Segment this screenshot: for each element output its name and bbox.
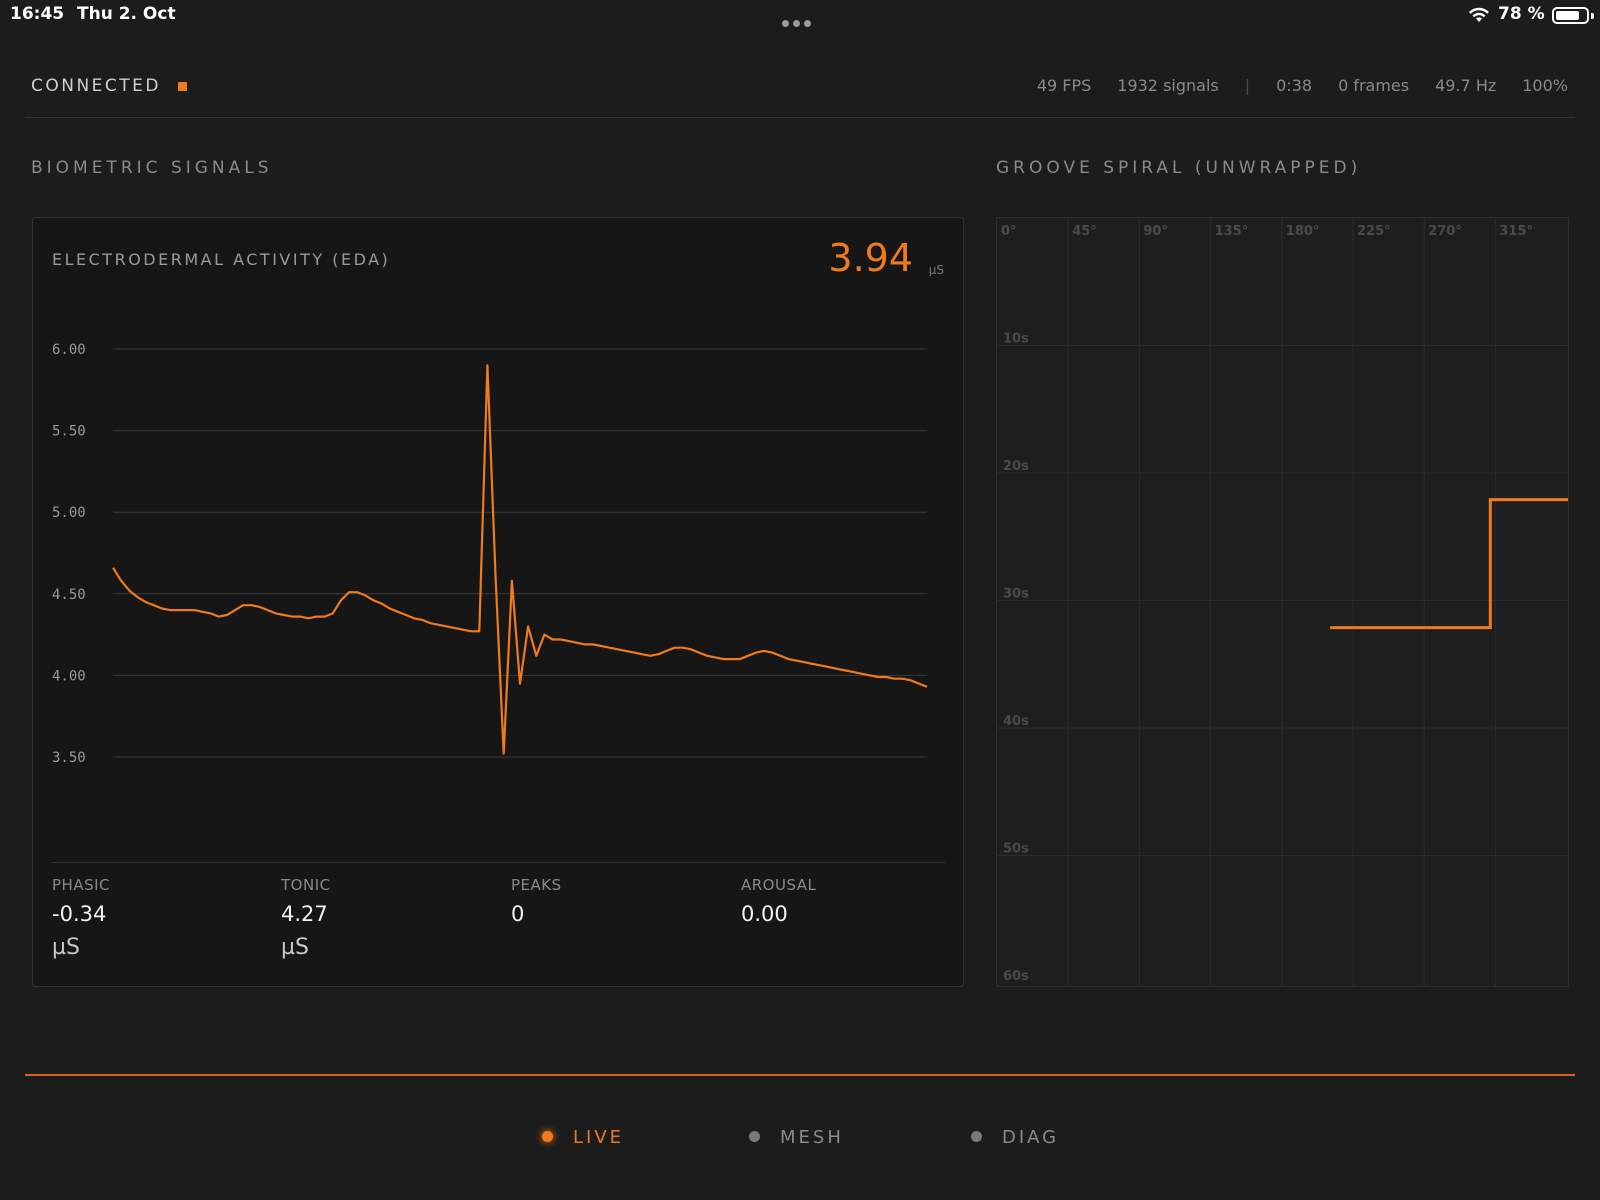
groove-series-line [1330, 498, 1568, 630]
y-tick-label: 4.00 [52, 668, 86, 684]
fps-stat: 49 FPS [1036, 76, 1092, 95]
y-tick-label: 40s [1003, 714, 1029, 729]
wifi-icon [1469, 7, 1489, 22]
connection-indicator [178, 82, 187, 91]
x-tick-label: 135° [1215, 224, 1249, 239]
connection-status: CONNECTED [31, 76, 162, 96]
signals-stat: 1932 signals [1117, 76, 1219, 95]
metric-label: PHASIC [52, 876, 111, 894]
groove-spiral-panel: 0° 45° 90° 135° 180° 225° 270° 315° 10s 20s 30s 40s… [996, 217, 1569, 987]
metric-phasic: PHASIC -0.34 µS [52, 876, 110, 960]
y-tick-label: 5.50 [52, 424, 86, 440]
multitasking-dots-icon[interactable] [782, 12, 816, 27]
metric-arousal: AROUSAL 0.00 [741, 876, 816, 926]
y-tick-label: 60s [1003, 969, 1029, 984]
frequency-stat: 49.7 Hz [1435, 76, 1497, 95]
zoom-stat: 100% [1522, 76, 1568, 95]
battery-percent: 78 % [1498, 4, 1545, 24]
y-tick-label: 3.50 [52, 750, 86, 766]
metric-value: 0.00 [741, 902, 788, 926]
metric-peaks: PEAKS 0 [511, 876, 562, 926]
groove-spiral-chart: 0° 45° 90° 135° 180° 225° 270° 315° 10s 20s 30s 40s… [997, 218, 1568, 986]
x-tick-label: 0° [1001, 224, 1017, 239]
nav-diag[interactable]: DIAG [971, 1127, 1059, 1148]
metric-label: AROUSAL [741, 876, 817, 894]
nav-live[interactable]: LIVE [542, 1127, 624, 1148]
y-tick-label: 5.00 [52, 505, 86, 521]
groove-section-title: GROOVE SPIRAL (UNWRAPPED) [996, 158, 1362, 178]
metric-unit: µS [281, 935, 309, 960]
y-tick-label: 10s [1003, 332, 1029, 347]
metric-unit: µS [52, 935, 80, 960]
metric-tonic: TONIC 4.27 µS [281, 876, 331, 960]
status-date: Thu 2. Oct [77, 4, 176, 24]
metric-value: -0.34 [52, 902, 107, 926]
metric-value: 4.27 [281, 902, 328, 926]
nav-mesh[interactable]: MESH [749, 1127, 844, 1148]
stats-separator: | [1244, 76, 1251, 95]
card-divider [52, 862, 945, 863]
metric-value: 0 [511, 902, 525, 926]
biometric-section-title: BIOMETRIC SIGNALS [31, 158, 273, 178]
header-divider [25, 117, 1575, 118]
y-tick-label: 4.50 [52, 587, 86, 603]
status-time: 16:45 [10, 4, 65, 24]
y-tick-label: 30s [1003, 587, 1029, 602]
bottom-divider [25, 1074, 1575, 1076]
eda-series-line [112, 364, 928, 755]
mesh-dot-icon [749, 1131, 760, 1142]
elapsed-stat: 0:38 [1276, 76, 1313, 95]
nav-label: LIVE [573, 1127, 625, 1148]
metric-label: PEAKS [511, 876, 562, 894]
nav-label: MESH [780, 1127, 844, 1148]
battery-icon [1552, 7, 1589, 24]
stats-bar: 49 FPS 1932 signals | 0:38 0 frames 49.7… [1011, 76, 1568, 95]
x-tick-label: 270° [1428, 224, 1462, 239]
x-tick-label: 90° [1143, 224, 1168, 239]
x-tick-label: 180° [1286, 224, 1320, 239]
live-dot-icon [542, 1131, 553, 1142]
y-tick-label: 6.00 [52, 342, 86, 358]
y-tick-label: 20s [1003, 459, 1029, 474]
metric-label: TONIC [281, 876, 331, 894]
diag-dot-icon [971, 1131, 982, 1142]
x-tick-label: 315° [1499, 224, 1533, 239]
eda-chart: 6.00 5.50 5.00 4.50 4.00 3.50 [52, 342, 928, 766]
x-tick-label: 225° [1357, 224, 1391, 239]
eda-card: ELECTRODERMAL ACTIVITY (EDA) 3.94 µS 6.0… [32, 217, 964, 987]
y-tick-label: 50s [1003, 842, 1029, 857]
nav-label: DIAG [1002, 1127, 1060, 1148]
status-bar: 16:45 Thu 2. Oct 78 % [0, 0, 1600, 32]
frames-stat: 0 frames [1338, 76, 1410, 95]
x-tick-label: 45° [1072, 224, 1097, 239]
battery-tip [1591, 13, 1594, 19]
